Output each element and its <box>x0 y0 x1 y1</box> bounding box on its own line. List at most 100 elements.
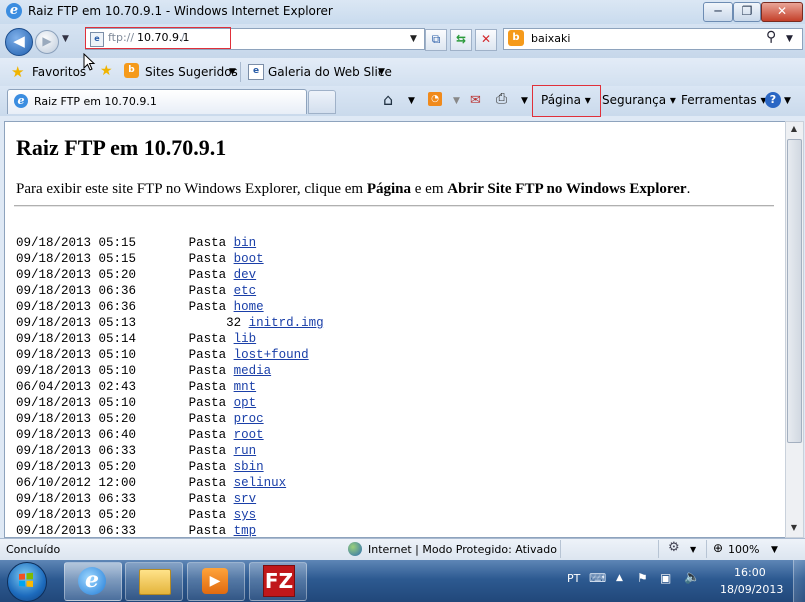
listing-row: 09/18/2013 06:40 Pasta root <box>16 427 324 443</box>
listing-date: 09/18/2013 <box>16 284 92 298</box>
stop-icon[interactable]: ✕ <box>475 29 497 51</box>
listing-date: 06/10/2012 <box>16 476 92 490</box>
listing-row: 09/18/2013 05:20 Pasta sys <box>16 507 324 523</box>
suggested-sites-button[interactable]: Sites Sugeridos <box>145 65 238 79</box>
chevron-down-icon[interactable]: ▼ <box>771 545 778 555</box>
safety-menu-button[interactable]: Segurança ▾ <box>602 93 676 107</box>
web-slice-gallery-button[interactable]: Galeria do Web Slice <box>268 65 392 79</box>
zoom-level[interactable]: 100% <box>728 543 759 556</box>
print-icon[interactable]: ⎙ <box>496 91 507 107</box>
chevron-down-icon[interactable]: ▼ <box>408 96 415 106</box>
listing-date: 09/18/2013 <box>16 524 92 538</box>
listing-link[interactable]: proc <box>234 412 264 426</box>
search-value[interactable]: baixaki <box>531 32 570 45</box>
zoom-icon[interactable]: ⊕ <box>713 541 723 555</box>
action-center-flag-icon[interactable]: ⚑ <box>637 571 648 585</box>
listing-time: 05:10 <box>98 364 137 378</box>
minimize-button[interactable]: ─ <box>703 2 733 22</box>
listing-type: Pasta <box>188 364 227 378</box>
listing-link[interactable]: sys <box>234 508 257 522</box>
listing-type: Pasta <box>188 444 227 458</box>
mail-icon[interactable]: ✉ <box>470 93 481 108</box>
suggested-sites-icon: b <box>124 63 139 78</box>
folder-icon <box>139 569 171 595</box>
search-provider-icon[interactable]: b <box>508 30 524 46</box>
listing-link[interactable]: initrd.img <box>249 316 324 330</box>
listing-link[interactable]: opt <box>234 396 257 410</box>
search-options-dropdown-icon[interactable]: ▼ <box>786 34 793 44</box>
listing-type: Pasta <box>188 284 227 298</box>
listing-date: 09/18/2013 <box>16 300 92 314</box>
close-button[interactable]: ✕ <box>761 2 803 22</box>
maximize-button[interactable]: ❐ <box>733 2 761 22</box>
recent-pages-dropdown-icon[interactable]: ▼ <box>62 34 69 44</box>
listing-link[interactable]: run <box>234 444 257 458</box>
listing-link[interactable]: lib <box>234 332 257 346</box>
ie-icon: e <box>6 3 22 19</box>
listing-link[interactable]: boot <box>234 252 264 266</box>
listing-type: Pasta <box>188 508 227 522</box>
chevron-down-icon[interactable]: ▼ <box>453 96 460 106</box>
compatibility-view-icon[interactable]: ⧉ <box>425 29 447 51</box>
listing-link[interactable]: bin <box>234 236 257 250</box>
tab-label[interactable]: Raiz FTP em 10.70.9.1 <box>34 95 157 108</box>
listing-link[interactable]: mnt <box>234 380 257 394</box>
chevron-down-icon[interactable]: ▼ <box>690 545 696 554</box>
refresh-icon[interactable]: ⇆ <box>450 29 472 51</box>
forward-arrow-icon[interactable]: ▶ <box>35 30 59 54</box>
back-arrow-icon[interactable]: ◀ <box>5 28 33 56</box>
favorites-button[interactable]: Favoritos <box>32 65 86 79</box>
listing-type: Pasta <box>188 460 227 474</box>
listing-link[interactable]: home <box>234 300 264 314</box>
scrollbar-thumb[interactable] <box>787 139 802 443</box>
listing-link[interactable]: selinux <box>234 476 287 490</box>
help-icon[interactable]: ? <box>765 92 781 108</box>
listing-row: 09/18/2013 06:36 Pasta etc <box>16 283 324 299</box>
listing-date: 09/18/2013 <box>16 332 92 346</box>
clock-time[interactable]: 16:00 <box>734 566 766 579</box>
add-favorites-icon[interactable]: ★ <box>100 63 113 79</box>
listing-date: 09/18/2013 <box>16 444 92 458</box>
clock-date[interactable]: 18/09/2013 <box>720 583 783 596</box>
listing-link[interactable]: sbin <box>234 460 264 474</box>
chevron-down-icon[interactable]: ▼ <box>378 67 385 77</box>
windows-logo-icon <box>19 572 33 587</box>
chevron-down-icon[interactable]: ▼ <box>229 67 236 77</box>
address-dropdown-icon[interactable]: ▼ <box>410 34 417 44</box>
rss-feed-icon[interactable]: ◔ <box>428 92 442 106</box>
language-indicator[interactable]: PT <box>567 572 580 585</box>
listing-row: 06/10/2012 12:00 Pasta selinux <box>16 475 324 491</box>
volume-icon[interactable]: 🔈 <box>684 570 700 585</box>
security-zone-text[interactable]: Internet | Modo Protegido: Ativado <box>368 543 557 556</box>
chevron-down-icon[interactable]: ▼ <box>784 96 791 106</box>
listing-date: 09/18/2013 <box>16 412 92 426</box>
listing-row: 09/18/2013 06:33 Pasta run <box>16 443 324 459</box>
listing-link[interactable]: root <box>234 428 264 442</box>
network-icon[interactable]: ▣ <box>660 571 671 585</box>
listing-row: 09/18/2013 05:10 Pasta lost+found <box>16 347 324 363</box>
keyboard-icon[interactable]: ⌨ <box>589 571 606 585</box>
divider <box>706 540 707 558</box>
chevron-down-icon[interactable]: ▼ <box>521 96 528 106</box>
new-tab-button[interactable] <box>308 90 336 114</box>
search-icon[interactable]: ⚲ <box>766 29 776 45</box>
listing-link[interactable]: dev <box>234 268 257 282</box>
listing-row: 09/18/2013 06:36 Pasta home <box>16 299 324 315</box>
show-hidden-icons-icon[interactable]: ▲ <box>616 573 623 583</box>
listing-link[interactable]: etc <box>234 284 257 298</box>
scroll-up-icon[interactable]: ▲ <box>786 122 802 136</box>
tools-menu-button[interactable]: Ferramentas ▾ <box>681 93 766 107</box>
listing-link[interactable]: srv <box>234 492 257 506</box>
listing-time: 12:00 <box>98 476 137 490</box>
listing-link[interactable]: media <box>234 364 272 378</box>
protected-mode-icon[interactable]: ⚙ <box>668 540 680 555</box>
listing-link[interactable]: lost+found <box>234 348 309 362</box>
favorites-star-icon[interactable]: ★ <box>11 63 24 81</box>
scroll-down-icon[interactable]: ▼ <box>786 521 802 535</box>
show-desktop-button[interactable] <box>793 560 805 602</box>
listing-link[interactable]: tmp <box>234 524 257 538</box>
home-icon[interactable]: ⌂ <box>383 90 393 109</box>
listing-time: 05:20 <box>98 460 137 474</box>
listing-row: 09/18/2013 05:20 Pasta dev <box>16 267 324 283</box>
listing-type: Pasta <box>188 492 227 506</box>
